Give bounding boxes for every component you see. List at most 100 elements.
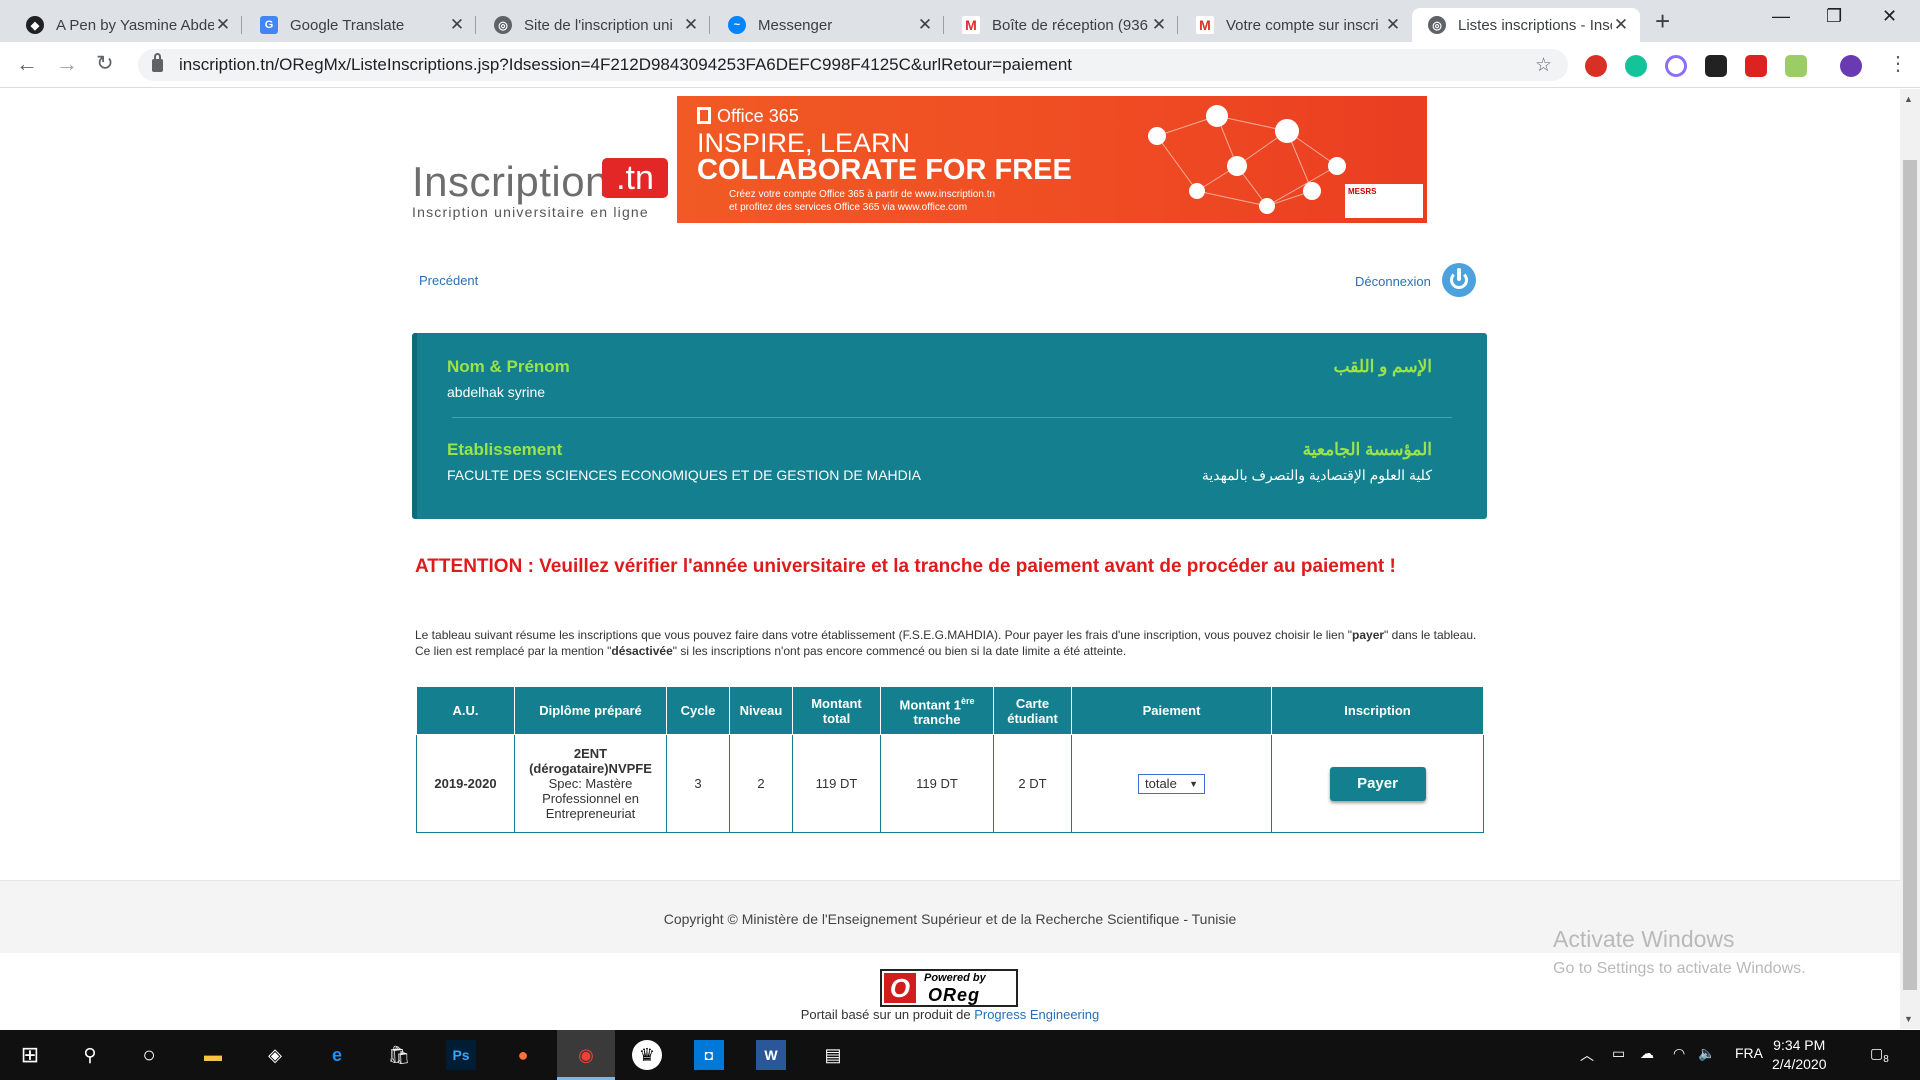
gmail-icon: M — [962, 16, 980, 34]
powered-by-oreg-logo[interactable]: O Powered by OReg — [880, 969, 1018, 1007]
establishment-label-fr: Etablissement — [447, 440, 563, 459]
tab-title: Messenger — [758, 16, 833, 34]
table-header-row: A.U. Diplôme préparé Cycle Niveau Montan… — [416, 686, 1484, 735]
windows-start-icon[interactable]: ⊞ — [15, 1040, 45, 1070]
extension-circle-icon[interactable] — [1665, 55, 1687, 77]
student-name: abdelhak syrine — [447, 384, 546, 400]
chrome-icon[interactable]: ◉ — [571, 1040, 601, 1070]
word-icon[interactable]: W — [756, 1040, 786, 1070]
app-crown-icon[interactable]: ♛ — [632, 1040, 662, 1070]
cell-carte: 2 DT — [993, 734, 1072, 833]
close-tab-icon[interactable]: ✕ — [214, 15, 232, 35]
browser-tab-bar: ◆ A Pen by Yasmine Abde ✕ G Google Trans… — [0, 0, 1920, 42]
browser-tab[interactable]: ◎ Site de l'inscription uni ✕ — [478, 8, 710, 42]
clock-time: 9:34 PM — [1773, 1037, 1826, 1053]
notifications-icon[interactable]: ▢8 — [1870, 1045, 1889, 1065]
browser-tab[interactable]: M Boîte de réception (936 ✕ — [946, 8, 1178, 42]
table-row: 2019-2020 2ENT (dérogataire)NVPFE Spec: … — [416, 734, 1484, 833]
extension-grammarly-icon[interactable] — [1625, 55, 1647, 77]
logo-word: Inscription — [412, 158, 609, 205]
tab-title: Google Translate — [290, 16, 405, 34]
power-icon[interactable] — [1442, 263, 1476, 297]
payment-type-select[interactable]: totale — [1138, 773, 1205, 794]
browser-tab[interactable]: M Votre compte sur inscri ✕ — [1180, 8, 1412, 42]
extension-dark-icon[interactable] — [1705, 55, 1727, 77]
close-tab-icon[interactable]: ✕ — [1612, 15, 1630, 35]
montant-1-tranche: tranche — [913, 712, 961, 728]
office-logo-icon — [697, 107, 711, 124]
banner-text-2: et profitez des services Office 365 via … — [729, 202, 968, 213]
cloud-icon[interactable]: ☁ — [1640, 1045, 1654, 1062]
video-editor-icon[interactable]: ▤ — [818, 1040, 848, 1070]
close-tab-icon[interactable]: ✕ — [1384, 15, 1402, 35]
task-view-icon[interactable]: ○ — [134, 1040, 164, 1070]
extension-green-icon[interactable] — [1785, 55, 1807, 77]
montant-1-sup: ère — [960, 695, 975, 706]
page-scrollbar-thumb[interactable] — [1903, 160, 1917, 990]
menu-dots-icon[interactable]: ⋮ — [1888, 52, 1908, 76]
tab-title: A Pen by Yasmine Abde — [56, 16, 214, 34]
close-tab-icon[interactable]: ✕ — [1150, 15, 1168, 35]
extension-red-icon[interactable] — [1745, 55, 1767, 77]
lock-icon — [152, 52, 163, 72]
unity-icon[interactable]: ◈ — [260, 1040, 290, 1070]
office365-brand: Office 365 — [697, 106, 799, 127]
search-icon[interactable]: ⚲ — [75, 1040, 105, 1070]
browser-tab[interactable]: G Google Translate ✕ — [244, 8, 476, 42]
back-arrow-icon[interactable]: ← — [16, 52, 38, 76]
close-tab-icon[interactable]: ✕ — [916, 15, 934, 35]
battery-icon[interactable]: ▭ — [1612, 1045, 1625, 1062]
browser-tab[interactable]: ~ Messenger ✕ — [712, 8, 944, 42]
col-header-diplome: Diplôme préparé — [514, 686, 667, 735]
pay-button[interactable]: Payer — [1329, 766, 1426, 801]
site-logo[interactable]: Inscription .tn Inscription universitair… — [412, 150, 672, 230]
activate-windows-title: Activate Windows — [1553, 926, 1735, 952]
browser-tab[interactable]: ◆ A Pen by Yasmine Abde ✕ — [10, 8, 242, 42]
progress-engineering-link[interactable]: Progress Engineering — [974, 1007, 1099, 1022]
app-blue-icon[interactable]: ◘ — [694, 1040, 724, 1070]
logo-tn: .tn — [602, 158, 668, 198]
file-explorer-icon[interactable]: ▬ — [198, 1040, 228, 1070]
cell-cycle: 3 — [666, 734, 730, 833]
firefox-icon[interactable]: ● — [508, 1040, 538, 1070]
profile-avatar-icon[interactable] — [1840, 55, 1862, 77]
office365-banner[interactable]: Office 365 INSPIRE, LEARN COLLABORATE FO… — [677, 96, 1427, 223]
name-label-ar: الإسم و اللقب — [1333, 357, 1432, 376]
volume-icon[interactable]: 🔈 — [1698, 1045, 1715, 1062]
minimize-icon[interactable]: — — [1772, 6, 1790, 27]
notification-count: 8 — [1883, 1053, 1889, 1065]
info-divider — [452, 417, 1452, 418]
close-tab-icon[interactable]: ✕ — [448, 15, 466, 35]
cell-paiement: totale — [1071, 734, 1272, 833]
maximize-icon[interactable]: ❐ — [1826, 6, 1842, 27]
bookmark-star-icon[interactable]: ☆ — [1535, 54, 1552, 77]
show-hidden-icons[interactable]: ︿ — [1580, 1045, 1594, 1065]
edge-icon[interactable]: e — [322, 1040, 352, 1070]
scroll-up-icon[interactable]: ▲ — [1904, 94, 1913, 104]
previous-link[interactable]: Precédent — [419, 273, 478, 288]
intro-text: " si les inscriptions n'ont pas encore c… — [672, 644, 1127, 658]
forward-arrow-icon[interactable]: → — [56, 52, 78, 76]
language-indicator[interactable]: FRA — [1735, 1045, 1763, 1061]
extension-yab-icon[interactable] — [1585, 55, 1607, 77]
col-header-au: A.U. — [416, 686, 515, 735]
photoshop-icon[interactable]: Ps — [446, 1040, 476, 1070]
montant-1-text: Montant 1 — [899, 697, 961, 713]
scroll-down-icon[interactable]: ▼ — [1904, 1014, 1913, 1024]
url-input[interactable]: inscription.tn/ORegMx/ListeInscriptions.… — [138, 49, 1568, 81]
banner-headline-1: INSPIRE, LEARN — [697, 128, 911, 158]
office365-brand-text: Office 365 — [717, 106, 799, 126]
reload-icon[interactable]: ↻ — [96, 52, 114, 76]
new-tab-icon[interactable]: + — [1655, 8, 1670, 34]
google-translate-icon: G — [260, 16, 278, 34]
logout-link[interactable]: Déconnexion — [1355, 274, 1431, 289]
clock[interactable]: 9:34 PM 2/4/2020 — [1772, 1036, 1827, 1074]
establishment-name-ar: كلية العلوم الإقتصادية والتصرف بالمهدية — [1201, 467, 1432, 483]
wifi-icon[interactable]: ◠ — [1673, 1045, 1685, 1062]
intro-text: Le tableau suivant résume les inscriptio… — [415, 628, 1353, 642]
mesrs-seal: MESRS — [1345, 184, 1423, 218]
close-window-icon[interactable]: ✕ — [1882, 6, 1897, 27]
store-icon[interactable]: 🛍 — [384, 1040, 414, 1070]
browser-tab-active[interactable]: ◎ Listes inscriptions - Insc ✕ — [1412, 8, 1640, 42]
close-tab-icon[interactable]: ✕ — [682, 15, 700, 35]
